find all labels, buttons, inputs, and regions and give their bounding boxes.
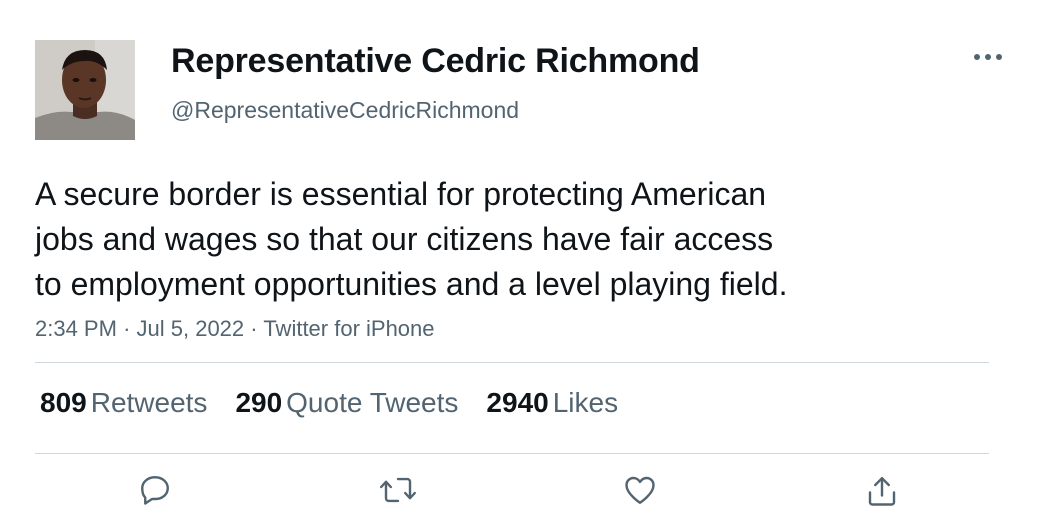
likes-label: Likes (552, 387, 619, 418)
quote-tweets-stat[interactable]: 290 Quote Tweets (235, 387, 458, 419)
more-options-button[interactable] (968, 42, 1008, 72)
author-handle[interactable]: @RepresentativeCedricRichmond (171, 97, 519, 124)
retweet-button[interactable] (376, 472, 420, 516)
tweet-metadata: 2:34 PM · Jul 5, 2022 · Twitter for iPho… (35, 316, 435, 342)
meta-separator: · (123, 316, 131, 341)
avatar-image (35, 40, 135, 140)
quote-tweets-label: Quote Tweets (286, 387, 459, 418)
reply-icon (141, 476, 169, 505)
heart-icon (625, 476, 655, 504)
avatar[interactable] (35, 40, 135, 140)
reply-button[interactable] (133, 472, 177, 516)
share-button[interactable] (860, 472, 904, 516)
quote-tweets-count: 290 (235, 387, 283, 418)
more-horizontal-icon (974, 54, 1002, 60)
meta-separator: · (250, 316, 258, 341)
divider (35, 453, 989, 454)
author-display-name[interactable]: Representative Cedric Richmond (171, 42, 700, 81)
tweet-date[interactable]: Jul 5, 2022 (137, 316, 245, 341)
tweet-text-line: A secure border is essential for protect… (35, 176, 767, 212)
divider (35, 362, 989, 363)
share-icon (868, 477, 896, 506)
tweet-time[interactable]: 2:34 PM (35, 316, 117, 341)
retweets-stat[interactable]: 809 Retweets (40, 387, 207, 419)
tweet-text-line: jobs and wages so that our citizens have… (35, 221, 774, 257)
retweet-icon (380, 477, 416, 503)
like-button[interactable] (618, 472, 662, 516)
likes-count: 2940 (486, 387, 549, 418)
likes-stat[interactable]: 2940 Likes (486, 387, 618, 419)
tweet-source[interactable]: Twitter for iPhone (263, 316, 434, 341)
tweet-text: A secure border is essential for protect… (35, 172, 995, 307)
tweet-text-line: to employment opportunities and a level … (35, 266, 788, 302)
retweets-label: Retweets (90, 387, 208, 418)
tweet-stats: 809 Retweets 290 Quote Tweets 2940 Likes (40, 387, 646, 419)
retweets-count: 809 (40, 387, 87, 418)
